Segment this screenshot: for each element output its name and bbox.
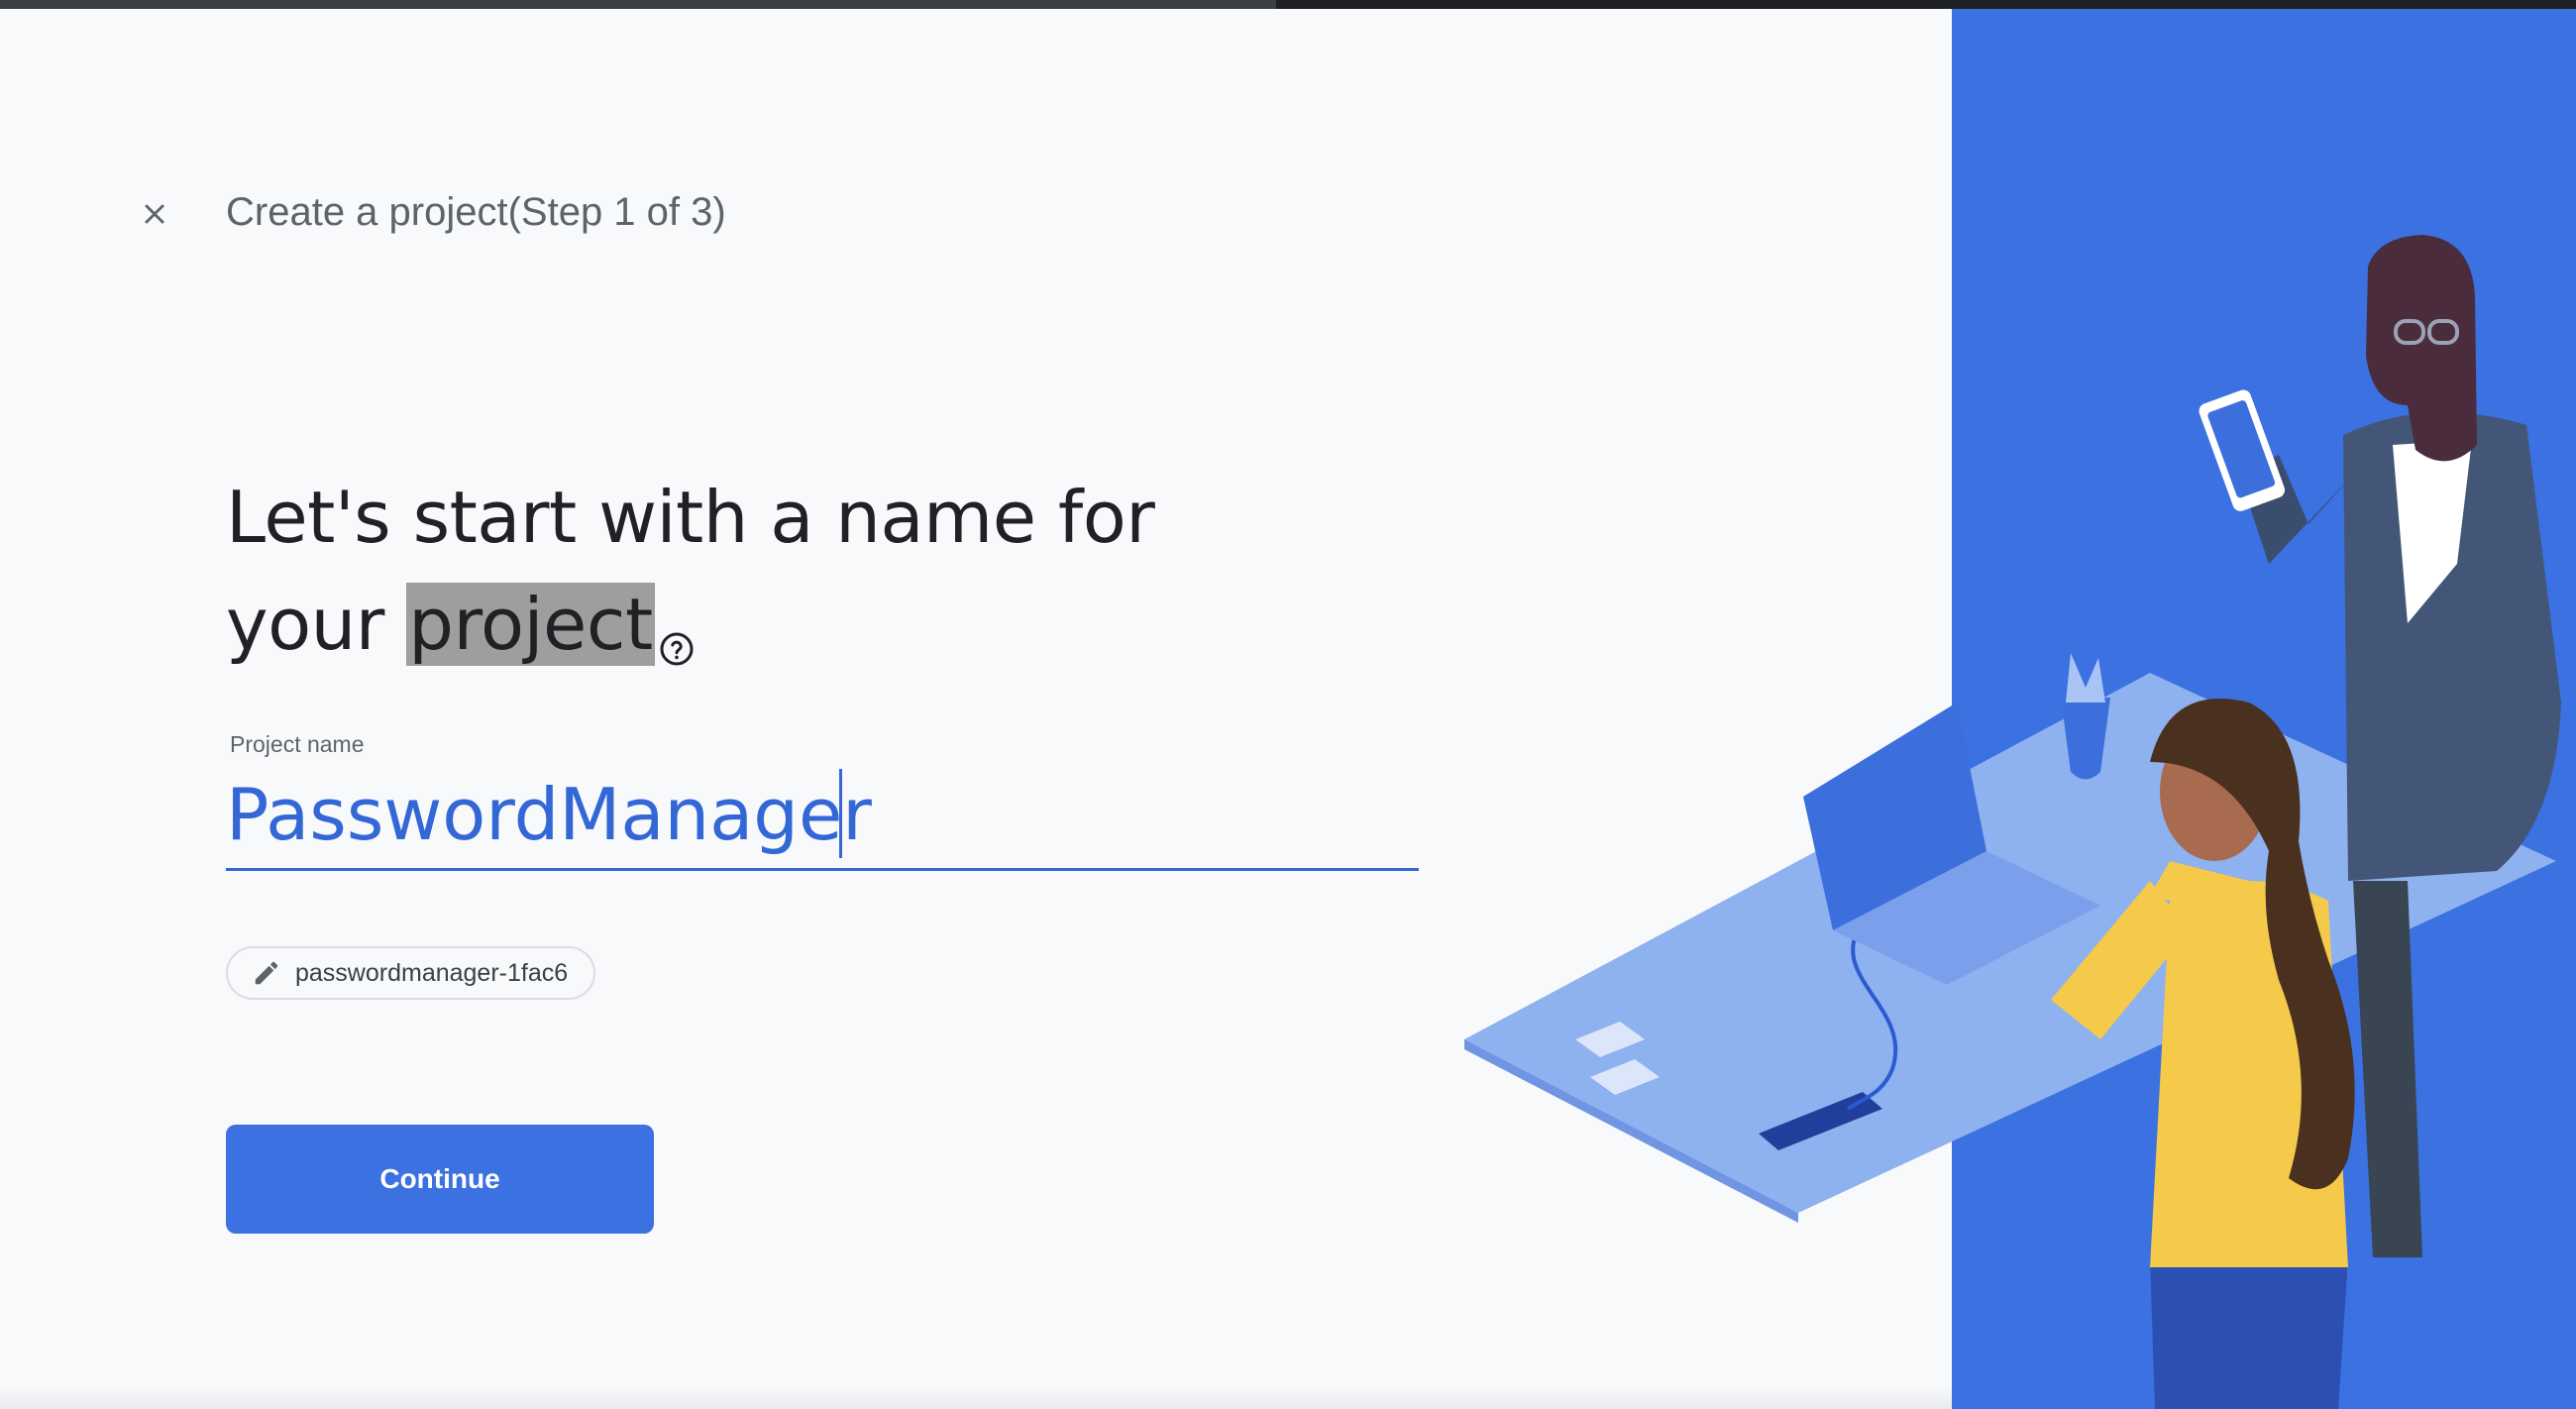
step-title: Create a project(Step 1 of 3) (226, 190, 726, 234)
project-name-input[interactable] (226, 761, 1419, 871)
browser-tab-strip (0, 0, 1276, 9)
page-headline: Let's start with a name for your project (226, 464, 1217, 696)
help-circle-icon[interactable] (659, 589, 695, 696)
project-id-text: passwordmanager-1fac6 (295, 958, 569, 987)
browser-top-bar (0, 0, 2576, 9)
plant-leaves (2066, 653, 2105, 703)
close-button[interactable] (127, 186, 182, 242)
project-id-chip[interactable]: passwordmanager-1fac6 (226, 946, 596, 1000)
pencil-icon (255, 961, 278, 985)
headline-highlighted-word: project (406, 583, 655, 666)
bottom-edge-shadow (0, 1387, 1952, 1409)
close-icon (145, 204, 164, 224)
woman-legs (2150, 1257, 2348, 1409)
team-illustration (1464, 235, 2561, 1409)
headline-line-1: Let's start with a name for (226, 476, 1155, 559)
project-name-label: Project name (230, 731, 365, 757)
headline-line-2-prefix: your (226, 583, 407, 666)
text-caret (839, 769, 842, 858)
continue-button[interactable]: Continue (226, 1125, 654, 1234)
dialog-header (127, 174, 182, 254)
man-legs (2353, 881, 2422, 1257)
